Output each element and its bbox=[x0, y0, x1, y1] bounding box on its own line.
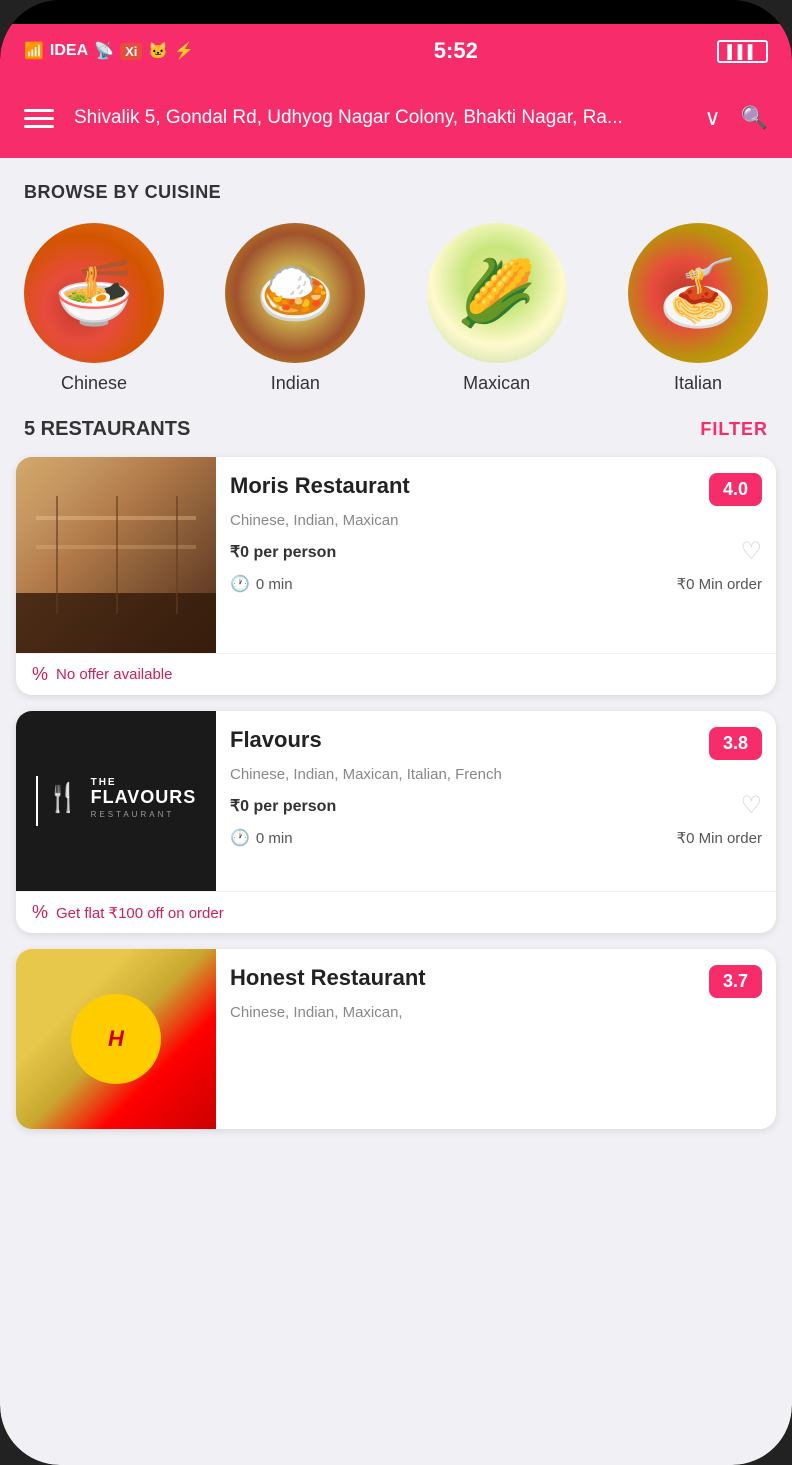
wifi-icon: 📡 bbox=[94, 41, 114, 61]
status-left: 📶 IDEA 📡 Xi 🐱 ⚡ bbox=[24, 41, 194, 61]
flavours-logo: 🍴 THE FLAVOURS RESTAURANT bbox=[36, 776, 197, 826]
card-main-flavours: 🍴 THE FLAVOURS RESTAURANT bbox=[16, 711, 776, 891]
moris-price-row: ₹0 per person ♡ bbox=[230, 537, 762, 566]
address-label[interactable]: Shivalik 5, Gondal Rd, Udhyog Nagar Colo… bbox=[74, 105, 684, 132]
moris-offer-text: No offer available bbox=[56, 666, 172, 683]
honest-rating: 3.7 bbox=[709, 965, 762, 998]
flavours-text-block: 🍴 THE FLAVOURS RESTAURANT bbox=[46, 777, 197, 825]
clock-icon: 🕐 bbox=[230, 574, 250, 594]
flavours-logo-row: 🍴 THE FLAVOURS RESTAURANT bbox=[36, 776, 197, 826]
cuisine-indian[interactable]: 🍛 Indian bbox=[225, 223, 365, 394]
moris-price: ₹0 per person bbox=[230, 542, 336, 562]
dropdown-icon[interactable]: ∨ bbox=[704, 105, 720, 131]
restaurant-card-flavours[interactable]: 🍴 THE FLAVOURS RESTAURANT bbox=[16, 711, 776, 933]
cuisine-chinese[interactable]: 🍜 Chinese bbox=[24, 223, 164, 394]
nav-icons: ∨ 🔍 bbox=[704, 105, 768, 131]
flavours-name: Flavours bbox=[230, 727, 322, 753]
flavours-image: 🍴 THE FLAVOURS RESTAURANT bbox=[16, 711, 216, 891]
cuisine-italian[interactable]: 🍝 Italian bbox=[628, 223, 768, 394]
moris-favorite[interactable]: ♡ bbox=[740, 537, 762, 566]
moris-min-order: ₹0 Min order bbox=[677, 575, 762, 593]
cuisine-maxican-image: 🌽 bbox=[427, 223, 567, 363]
honest-cuisine: Chinese, Indian, Maxican, bbox=[230, 1004, 762, 1021]
cuisine-italian-image: 🍝 bbox=[628, 223, 768, 363]
card-main-honest: H Honest Restaurant 3.7 Chinese, Indian,… bbox=[16, 949, 776, 1129]
flavours-favorite[interactable]: ♡ bbox=[740, 791, 762, 820]
cuisine-indian-image: 🍛 bbox=[225, 223, 365, 363]
flavours-line bbox=[36, 776, 38, 826]
cuisine-maxican-label: Maxican bbox=[463, 373, 530, 394]
search-icon[interactable]: 🔍 bbox=[741, 105, 768, 131]
usb-icon: ⚡ bbox=[174, 41, 194, 61]
cuisine-indian-label: Indian bbox=[271, 373, 320, 394]
cuisine-row: 🍜 Chinese 🍛 Indian 🌽 M bbox=[24, 223, 768, 394]
moris-delivery-time: 🕐 0 min bbox=[230, 574, 293, 594]
flavours-cuisine: Chinese, Indian, Maxican, Italian, Frenc… bbox=[230, 766, 762, 783]
flavours-info: Flavours 3.8 Chinese, Indian, Maxican, I… bbox=[216, 711, 776, 891]
restaurants-count: 5 RESTAURANTS bbox=[24, 418, 190, 441]
top-nav: Shivalik 5, Gondal Rd, Udhyog Nagar Colo… bbox=[0, 78, 792, 158]
moris-offer: % No offer available bbox=[16, 653, 776, 695]
status-bar: 📶 IDEA 📡 Xi 🐱 ⚡ 5:52 ▌▌▌ bbox=[0, 24, 792, 78]
flavours-delivery-time: 🕐 0 min bbox=[230, 828, 293, 848]
card-main-moris: Moris Restaurant 4.0 Chinese, Indian, Ma… bbox=[16, 457, 776, 653]
moris-top-row: Moris Restaurant 4.0 bbox=[230, 473, 762, 506]
flavours-min-order: ₹0 Min order bbox=[677, 829, 762, 847]
restaurant-card-honest[interactable]: H Honest Restaurant 3.7 Chinese, Indian,… bbox=[16, 949, 776, 1129]
flavours-offer-text: Get flat ₹100 off on order bbox=[56, 904, 224, 922]
notch bbox=[316, 3, 476, 21]
moris-name: Moris Restaurant bbox=[230, 473, 410, 499]
cuisine-chinese-image: 🍜 bbox=[24, 223, 164, 363]
flavours-time-label: 0 min bbox=[256, 830, 293, 847]
restaurant-card-moris[interactable]: Moris Restaurant 4.0 Chinese, Indian, Ma… bbox=[16, 457, 776, 695]
cuisine-italian-label: Italian bbox=[674, 373, 722, 394]
clock-icon-2: 🕐 bbox=[230, 828, 250, 848]
moris-info: Moris Restaurant 4.0 Chinese, Indian, Ma… bbox=[216, 457, 776, 653]
offer-icon-2: % bbox=[32, 902, 48, 923]
moris-time-label: 0 min bbox=[256, 576, 293, 593]
clock: 5:52 bbox=[434, 38, 478, 64]
battery-icon: ▌▌▌ bbox=[717, 40, 768, 63]
menu-button[interactable] bbox=[24, 109, 54, 128]
flavours-price: ₹0 per person bbox=[230, 796, 336, 816]
signal-icon: 📶 bbox=[24, 41, 44, 61]
restaurants-header: 5 RESTAURANTS FILTER bbox=[0, 410, 792, 457]
honest-info: Honest Restaurant 3.7 Chinese, Indian, M… bbox=[216, 949, 776, 1129]
carrier-label: IDEA bbox=[50, 42, 88, 60]
moris-image bbox=[16, 457, 216, 653]
moris-rating: 4.0 bbox=[709, 473, 762, 506]
honest-top-row: Honest Restaurant 3.7 bbox=[230, 965, 762, 998]
cuisine-chinese-label: Chinese bbox=[61, 373, 127, 394]
main-content: BROWSE BY CUISINE 🍜 Chinese 🍛 Indian bbox=[0, 158, 792, 1465]
notch-area bbox=[0, 0, 792, 24]
offer-icon: % bbox=[32, 664, 48, 685]
filter-button[interactable]: FILTER bbox=[700, 419, 768, 440]
cat-icon: 🐱 bbox=[148, 41, 168, 61]
flavours-rating: 3.8 bbox=[709, 727, 762, 760]
moris-cuisine: Chinese, Indian, Maxican bbox=[230, 512, 762, 529]
flavours-top-row: Flavours 3.8 bbox=[230, 727, 762, 760]
browse-section: BROWSE BY CUISINE 🍜 Chinese 🍛 Indian bbox=[0, 158, 792, 410]
flavours-offer: % Get flat ₹100 off on order bbox=[16, 891, 776, 933]
cuisine-maxican[interactable]: 🌽 Maxican bbox=[427, 223, 567, 394]
phone-frame: 📶 IDEA 📡 Xi 🐱 ⚡ 5:52 ▌▌▌ Shivalik 5, Gon… bbox=[0, 0, 792, 1465]
moris-delivery-row: 🕐 0 min ₹0 Min order bbox=[230, 574, 762, 594]
flavours-price-row: ₹0 per person ♡ bbox=[230, 791, 762, 820]
flavours-delivery-row: 🕐 0 min ₹0 Min order bbox=[230, 828, 762, 848]
xi-badge: Xi bbox=[120, 43, 142, 60]
browse-title: BROWSE BY CUISINE bbox=[24, 182, 768, 203]
honest-image: H bbox=[16, 949, 216, 1129]
honest-name: Honest Restaurant bbox=[230, 965, 426, 991]
